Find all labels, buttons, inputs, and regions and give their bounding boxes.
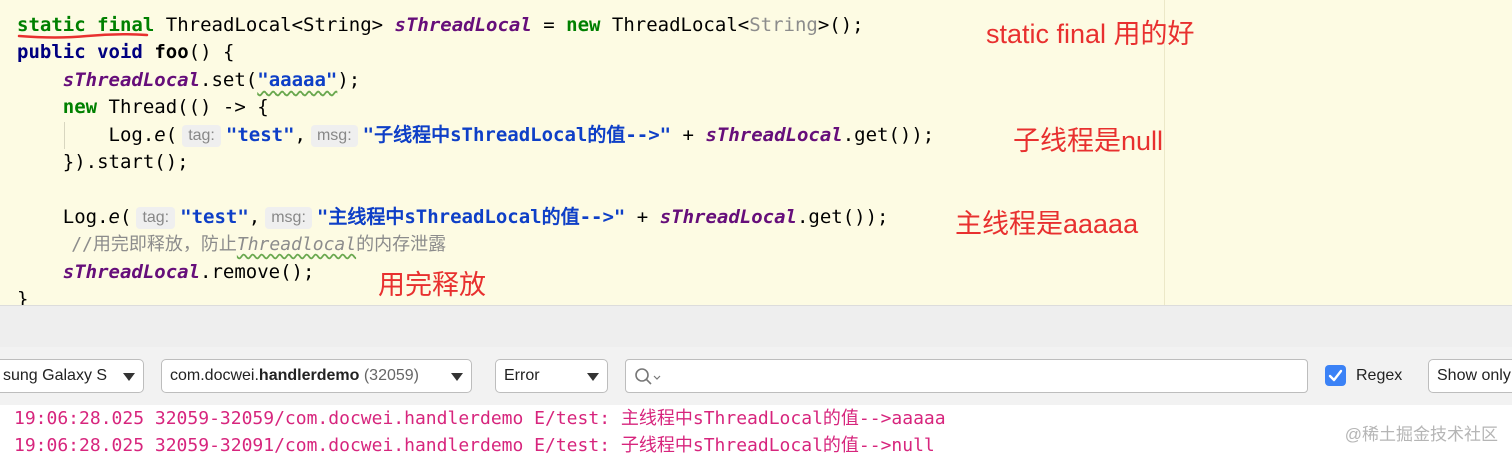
panel-splitter[interactable]: [0, 305, 1512, 348]
log-line: 19:06:28.025 32059-32091/com.docwei.hand…: [14, 435, 935, 456]
show-only-label: Show only: [1437, 367, 1511, 384]
string-literal: "test": [225, 124, 295, 146]
comment-text: //用完即释放，防止: [71, 234, 237, 255]
string-literal: "主线程中sThreadLocal的值-->": [316, 206, 626, 228]
search-icon: [635, 368, 661, 385]
device-label: sung Galaxy S: [3, 367, 108, 384]
code-line-11: }: [17, 286, 28, 305]
string-literal: "test": [180, 206, 249, 228]
string-literal: "aaaaa": [257, 69, 338, 91]
redundant-generic: String: [749, 14, 818, 36]
watermark: @稀土掘金技术社区: [1344, 425, 1498, 444]
keyword-void: void: [97, 41, 143, 63]
annotation-release: 用完释放: [378, 270, 486, 300]
field-name: sThreadLocal: [394, 14, 532, 36]
constructor-call: ThreadLocal<: [600, 14, 750, 36]
keyword-new: new: [566, 14, 601, 36]
chevron-down-icon: [451, 373, 463, 381]
field-name: sThreadLocal: [62, 69, 201, 91]
annotation-main-thread: 主线程是aaaaa: [955, 209, 1139, 239]
keyword-public: public: [17, 41, 86, 63]
comma: ,: [248, 206, 261, 228]
process-label: com.docwei.handlerdemo (32059): [170, 360, 419, 392]
annotation-child-thread: 子线程是null: [1013, 126, 1164, 156]
show-only-dropdown[interactable]: Show only: [1428, 359, 1512, 393]
annotation-static-final: static final 用的好: [986, 19, 1195, 49]
keyword-new: new: [62, 96, 98, 118]
statement-end: );: [337, 69, 361, 91]
code-line-9: //用完即释放，防止Threadlocal的内存泄露: [17, 231, 446, 258]
log-class: Log.: [108, 124, 155, 146]
logcat-toolbar: sung Galaxy S com.docwei.handlerdemo (32…: [0, 347, 1512, 405]
comment-typo: Threadlocal: [236, 234, 357, 255]
operator: =: [531, 14, 567, 36]
package-prefix: com.docwei.: [170, 367, 259, 384]
log-level-dropdown[interactable]: Error: [495, 359, 608, 393]
log-method: e: [108, 206, 120, 228]
log-method: e: [154, 124, 166, 146]
code-line-2: public void foo() {: [17, 39, 234, 66]
param-hint-tag: tag:: [182, 125, 221, 147]
method-name: foo: [154, 41, 189, 63]
statement-end: .remove();: [200, 261, 315, 283]
thread-start: }).start();: [62, 151, 189, 173]
field-name: sThreadLocal: [705, 124, 843, 146]
process-id: (32059): [363, 367, 419, 384]
statement-end: .get());: [842, 124, 935, 146]
chevron-down-icon: [587, 373, 599, 381]
param-hint-tag: tag:: [136, 207, 176, 229]
comma: ,: [294, 124, 306, 146]
operator: +: [625, 206, 660, 228]
regex-label: Regex: [1356, 367, 1403, 384]
param-hint-msg: msg:: [265, 207, 312, 229]
code-line-10: sThreadLocal.remove();: [17, 259, 315, 286]
code-line-3: sThreadLocal.set("aaaaa");: [17, 67, 360, 94]
code-editor[interactable]: static final ThreadLocal<String> sThread…: [0, 0, 1512, 305]
log-class: Log.: [62, 206, 109, 228]
constructor-end: >();: [817, 14, 864, 36]
log-level-label: Error: [504, 367, 540, 384]
method-call: .set(: [200, 69, 258, 91]
paren: (: [165, 124, 178, 146]
logcat-output[interactable]: 19:06:28.025 32059-32059/com.docwei.hand…: [0, 405, 1512, 459]
thread-lambda: Thread(() -> {: [97, 96, 269, 118]
closing-brace: }: [17, 288, 29, 305]
process-dropdown[interactable]: com.docwei.handlerdemo (32059): [161, 359, 472, 393]
code-line-5: Log.e(tag: "test", msg: "子线程中sThreadLocal的值…: [17, 122, 934, 149]
field-name: sThreadLocal: [659, 206, 797, 228]
statement-end: .get());: [796, 206, 889, 228]
code-line-4: new Thread(() -> {: [17, 94, 269, 121]
method-signature-end: () {: [188, 41, 235, 63]
param-hint-msg: msg:: [310, 125, 358, 147]
string-literal: "子线程中sThreadLocal的值-->": [362, 124, 672, 146]
checkmark-icon: [1328, 369, 1343, 382]
paren: (: [119, 206, 132, 228]
code-line-8: Log.e(tag: "test", msg: "主线程中sThreadLocal的值…: [17, 204, 888, 231]
device-dropdown[interactable]: sung Galaxy S: [0, 359, 144, 393]
log-search-input[interactable]: [625, 359, 1308, 393]
chevron-down-icon: [123, 373, 135, 381]
field-name: sThreadLocal: [62, 261, 201, 283]
code-line-6: }).start();: [17, 149, 189, 176]
type-name: ThreadLocal<String>: [165, 14, 384, 36]
operator: +: [671, 124, 706, 146]
regex-checkbox[interactable]: [1325, 365, 1346, 386]
comment-text: 的内存泄露: [356, 234, 447, 255]
log-line: 19:06:28.025 32059-32059/com.docwei.hand…: [14, 408, 946, 429]
package-name: handlerdemo: [258, 367, 360, 384]
